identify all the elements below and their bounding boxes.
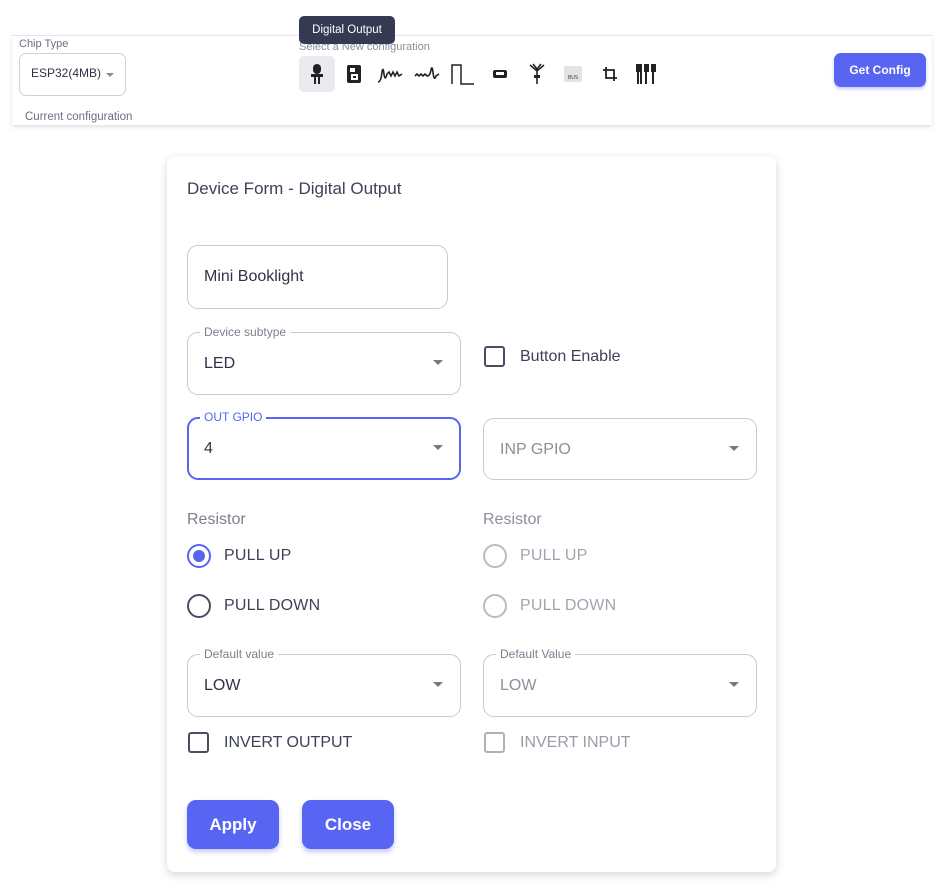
invert-output-checkbox[interactable]: INVERT OUTPUT [188,732,352,753]
out-gpio-select[interactable]: OUT GPIO 4 [187,410,461,480]
pull-down-label-right: PULL DOWN [520,597,617,614]
out-gpio-value: 4 [204,440,213,457]
device-subtype-value: LED [204,355,236,372]
out-gpio-label: OUT GPIO [200,410,267,424]
chevron-down-icon [433,682,443,687]
radio-icon [483,594,507,618]
chevron-down-icon [729,446,739,451]
pull-up-radio-left[interactable]: PULL UP [187,544,292,568]
pulse-icon[interactable] [445,56,481,92]
default-value-select-right[interactable]: Default Value LOW [483,647,757,717]
pwm-output-icon[interactable] [372,56,408,92]
radio-checked-icon [187,544,211,568]
digital-output-tooltip: Digital Output [299,16,395,44]
button-enable-label: Button Enable [520,347,621,365]
resistor-label-right: Resistor [483,511,542,528]
bus-icon[interactable]: BUS [555,56,591,92]
chip-type-label: Chip Type [19,38,69,50]
i2c-icon[interactable] [592,56,628,92]
pull-down-radio-left[interactable]: PULL DOWN [187,594,320,618]
checkbox-icon [484,346,505,367]
chevron-down-icon [729,682,739,687]
default-value-left: LOW [204,677,241,694]
device-type-icon-bar: BUS [299,56,665,92]
chevron-down-icon [106,73,114,77]
close-button[interactable]: Close [302,800,394,849]
digital-input-icon[interactable] [336,56,372,92]
device-form-card: Device Form - Digital Output Mini Bookli… [167,156,776,872]
default-value-label-left: Default value [200,647,279,661]
pull-up-radio-right[interactable]: PULL UP [483,544,588,568]
radio-icon [483,544,507,568]
button-enable-checkbox[interactable]: Button Enable [484,346,621,367]
default-value-right: LOW [500,677,537,694]
inp-gpio-select[interactable]: INP GPIO [483,418,757,480]
invert-input-checkbox[interactable]: INVERT INPUT [484,732,631,753]
current-configuration-label: Current configuration [25,111,133,123]
default-value-select-left[interactable]: Default value LOW [187,647,461,717]
radio-icon [187,594,211,618]
pull-up-label-left: PULL UP [224,547,292,564]
invert-output-label: INVERT OUTPUT [224,733,353,751]
device-name-field[interactable]: Mini Booklight [187,245,448,309]
svg-text:BUS: BUS [568,75,578,81]
pull-down-radio-right[interactable]: PULL DOWN [483,594,616,618]
checkbox-icon [484,732,505,753]
pull-down-label-left: PULL DOWN [224,597,321,614]
checkbox-icon [188,732,209,753]
pull-up-label-right: PULL UP [520,547,588,564]
invert-input-label: INVERT INPUT [520,733,631,751]
digital-output-icon[interactable] [299,56,335,92]
multi-pin-icon[interactable] [628,56,664,92]
chevron-down-icon [433,445,443,450]
device-subtype-select[interactable]: Device subtype LED [187,325,461,395]
device-subtype-label: Device subtype [200,325,291,339]
sensor-icon[interactable] [482,56,518,92]
antenna-icon[interactable] [519,56,555,92]
top-toolbar: Chip Type ESP32(4MB) Current configurati… [12,35,932,125]
default-value-label-right: Default Value [496,647,576,661]
device-name-value: Mini Booklight [204,268,304,285]
chip-type-value: ESP32(4MB) [31,66,102,80]
chevron-down-icon [433,360,443,365]
inp-gpio-placeholder: INP GPIO [500,441,571,458]
analog-input-icon[interactable] [409,56,445,92]
get-config-button[interactable]: Get Config [834,53,926,87]
apply-button[interactable]: Apply [187,800,279,849]
chip-type-select[interactable]: ESP32(4MB) [19,53,126,96]
resistor-label-left: Resistor [187,511,246,528]
form-title: Device Form - Digital Output [187,179,402,198]
